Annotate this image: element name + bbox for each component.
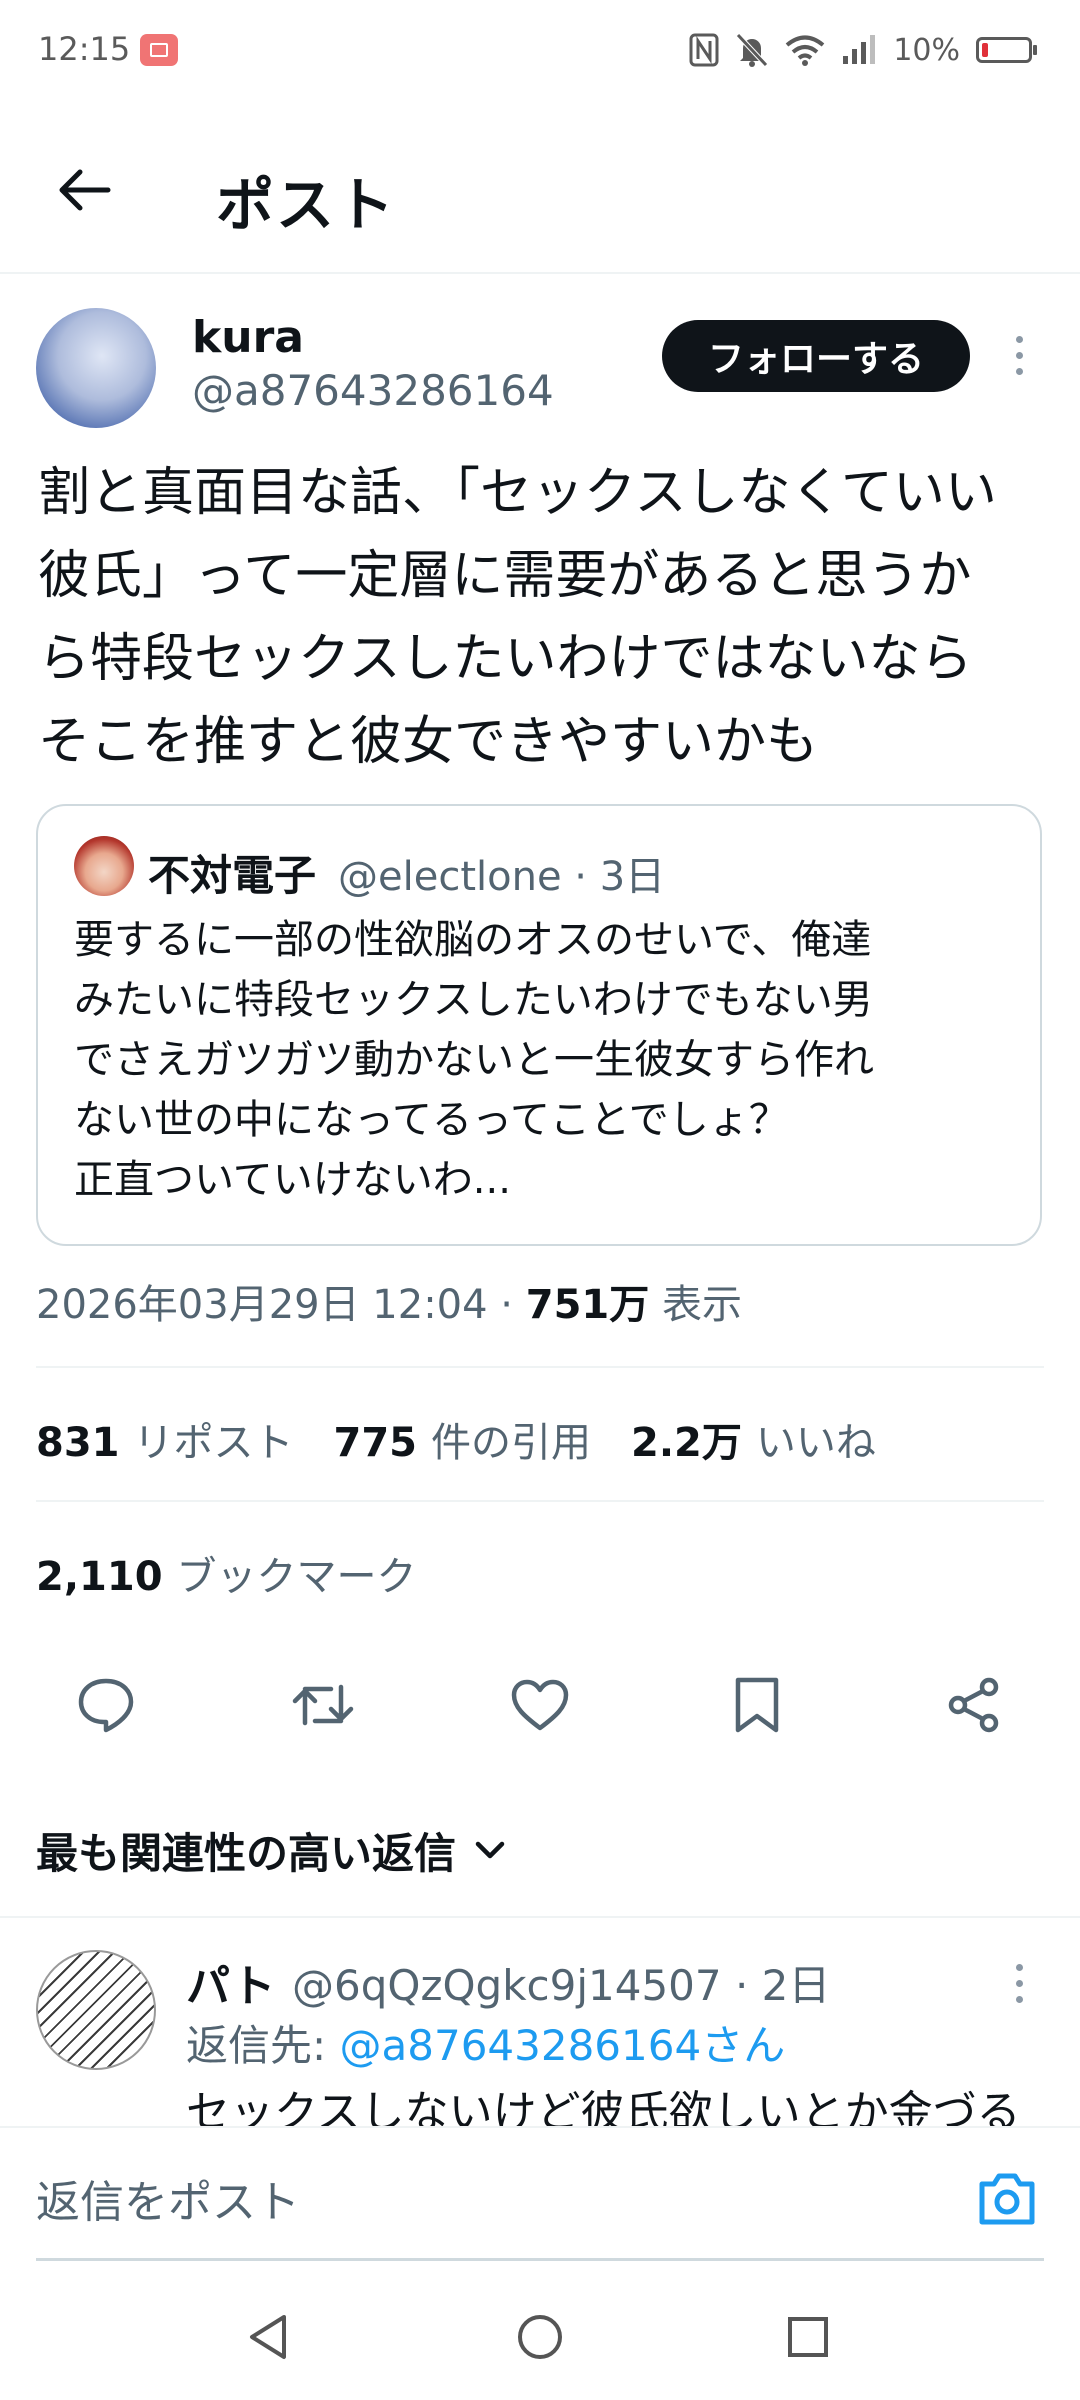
bookmark-button[interactable] — [687, 1660, 827, 1750]
likes-label: いいね — [755, 1420, 876, 1466]
signal-icon — [843, 35, 876, 64]
divider — [0, 1916, 1080, 1918]
views-count: 751万 — [525, 1282, 650, 1328]
quoted-author-name: 不対電子 — [148, 851, 317, 900]
reposts-label: リポスト — [133, 1420, 294, 1466]
reply-to-prefix: 返信先: — [186, 2021, 340, 2070]
divider — [36, 1366, 1044, 1368]
bookmark-icon — [735, 1677, 779, 1733]
bookmarks-stat[interactable]: 2,110 ブックマーク — [36, 1544, 417, 1602]
share-icon — [948, 1677, 999, 1733]
replies-sort-label: 最も関連性の高い返信 — [36, 1829, 457, 1878]
more-options-icon[interactable] — [1004, 1958, 1034, 2020]
reposts-stat[interactable]: 831 リポスト — [36, 1410, 294, 1468]
reply-input[interactable] — [36, 2172, 936, 2232]
top-app-bar: ポスト — [0, 104, 1080, 274]
battery-percent: 10% — [893, 32, 960, 68]
quoted-post-text: 要するに一部の性欲脳のオスのせいで、俺達 みたいに特段セックスしたいわけでもない… — [74, 917, 874, 1203]
share-button[interactable] — [904, 1660, 1044, 1750]
post-actions — [36, 1660, 1044, 1750]
reply-icon — [78, 1678, 134, 1733]
mute-icon — [736, 33, 769, 67]
nav-recents-button[interactable] — [768, 2302, 848, 2372]
arrow-left-icon — [59, 169, 111, 211]
reply-button[interactable] — [36, 1660, 176, 1750]
camera-icon — [979, 2173, 1035, 2225]
nav-back-button[interactable] — [228, 2302, 308, 2372]
reply-to-line: 返信先: @a87643286164さん — [186, 2012, 785, 2073]
follow-button[interactable]: フォローする — [662, 320, 970, 392]
repost-button[interactable] — [253, 1660, 393, 1750]
likes-count: 2.2万 — [631, 1420, 742, 1466]
reposts-count: 831 — [36, 1420, 120, 1466]
wifi-icon — [786, 35, 825, 66]
battery-icon — [976, 37, 1037, 63]
reply-to-handle-link[interactable]: @a87643286164さん — [340, 2021, 786, 2070]
reply-composer — [0, 2126, 1080, 2274]
reply-author-name[interactable]: パト — [186, 1950, 275, 2014]
circle-home-icon — [518, 2315, 562, 2359]
composer-underline — [36, 2258, 1044, 2261]
quotes-count: 775 — [333, 1420, 418, 1466]
engagement-stats: 831 リポスト 775 件の引用 2.2万 いいね — [36, 1410, 876, 1468]
camera-button[interactable] — [974, 2166, 1040, 2232]
chevron-down-icon — [475, 1841, 505, 1858]
bookmarks-count: 2,110 — [36, 1554, 163, 1600]
battery-saver-icon — [140, 34, 178, 66]
reply-author-avatar[interactable] — [36, 1950, 156, 2070]
bookmarks-label: ブックマーク — [176, 1554, 417, 1600]
quotes-stat[interactable]: 775 件の引用 — [334, 1410, 592, 1468]
nav-home-button[interactable] — [500, 2302, 580, 2372]
quoted-author-avatar — [74, 836, 134, 896]
system-icons: 10% — [689, 28, 1037, 72]
nfc-icon — [689, 33, 719, 67]
views-label: 表示 — [649, 1282, 742, 1328]
page-title: ポスト — [216, 171, 397, 239]
triangle-back-icon — [250, 2315, 286, 2359]
quoted-author-meta: @electlone · 3日 — [338, 854, 666, 900]
divider — [36, 1500, 1044, 1502]
status-time: 12:15 — [38, 30, 131, 68]
post-timestamp: 2026年03月29日 12:04 · 751万 表示 — [36, 1272, 742, 1330]
like-button[interactable] — [470, 1660, 610, 1750]
system-navigation-bar — [0, 2272, 1080, 2400]
more-options-icon[interactable] — [1004, 330, 1034, 392]
replies-sort-selector[interactable]: 最も関連性の高い返信 — [36, 1820, 506, 1881]
likes-stat[interactable]: 2.2万 いいね — [631, 1410, 876, 1468]
timestamp-text: 2026年03月29日 12:04 · — [36, 1282, 526, 1328]
repost-icon — [292, 1684, 354, 1726]
author-name[interactable]: kura — [192, 312, 304, 363]
quoted-post-card[interactable]: 不対電子 @electlone · 3日 要するに一部の性欲脳のオスのせいで、俺… — [36, 804, 1042, 1246]
reply-author-meta[interactable]: @6qQzQgkc9j14507 · 2日 — [292, 1952, 830, 2013]
back-button[interactable] — [44, 150, 124, 230]
author-avatar[interactable] — [36, 308, 156, 428]
status-bar: 12:15 10% — [0, 0, 1080, 104]
post-text: 割と真面目な話、「セックスしなくていい 彼氏」って一定層に需要があると思うか ら… — [38, 463, 997, 772]
square-recents-icon — [788, 2317, 828, 2357]
author-handle[interactable]: @a87643286164 — [192, 366, 554, 415]
like-icon — [511, 1679, 569, 1731]
quotes-label: 件の引用 — [431, 1420, 591, 1466]
reply-text: セックスしないけど彼氏欲しいとか金づる — [186, 2087, 1021, 2130]
